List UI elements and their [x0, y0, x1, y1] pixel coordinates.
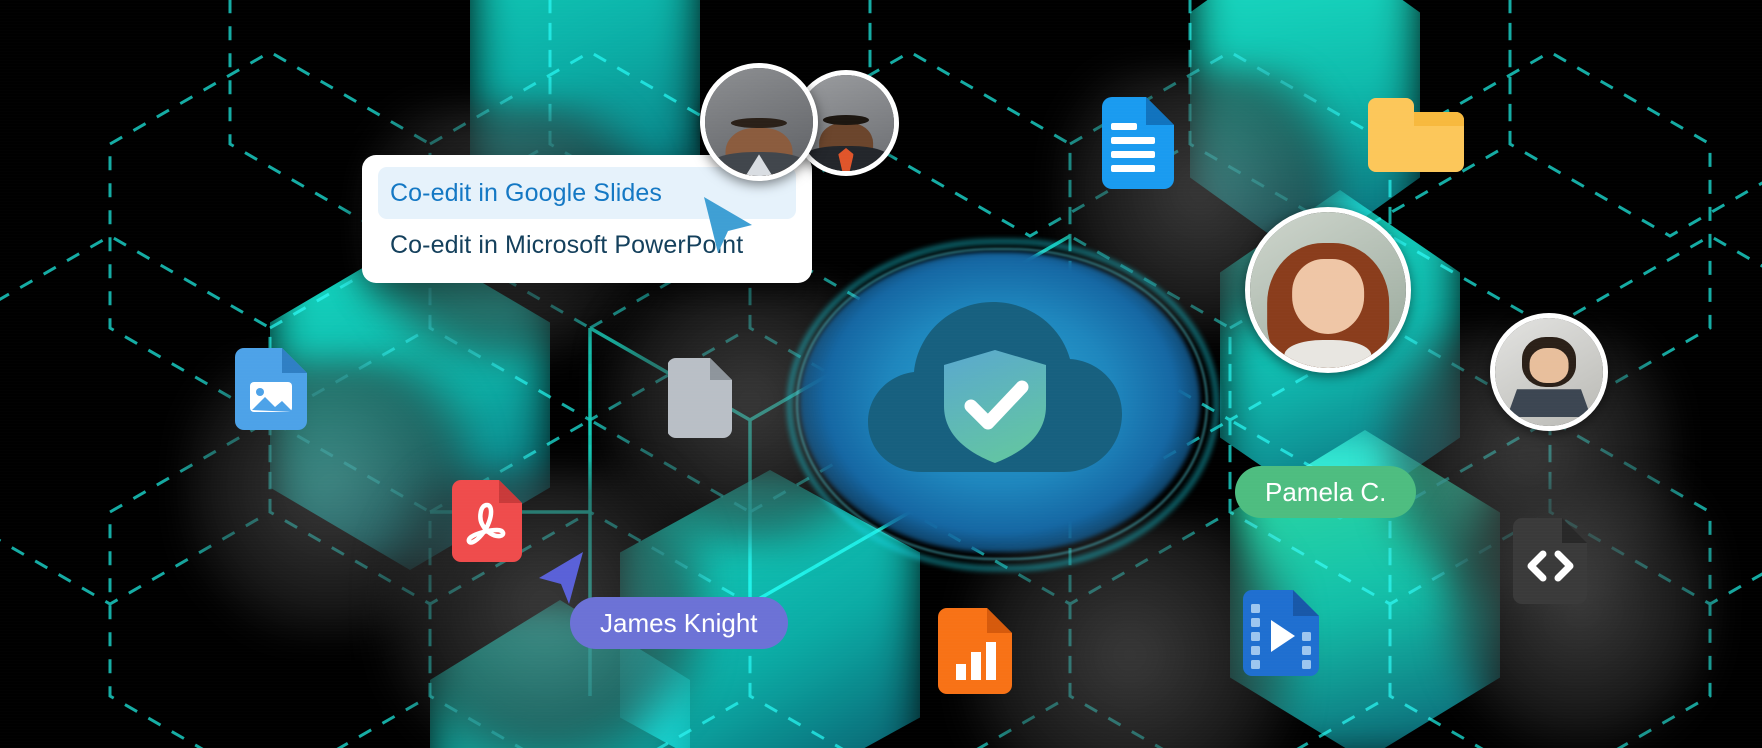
spreadsheet-file-icon[interactable] [938, 608, 1012, 699]
pamela-c-badge: Pamela C. [1235, 466, 1417, 518]
illustration-canvas: Co-edit in Google Slides Co-edit in Micr… [0, 0, 1762, 748]
avatar-woman-red-hair[interactable] [1245, 207, 1411, 373]
menu-item-label: Co-edit in Google Slides [390, 178, 662, 207]
james-knight-badge: James Knight [570, 597, 788, 649]
menu-item-label: Co-edit in Microsoft PowerPoint [390, 230, 744, 259]
purple-cursor [535, 550, 587, 611]
folder-icon[interactable] [1368, 92, 1464, 177]
badge-label: Pamela C. [1265, 476, 1387, 507]
pdf-file-icon[interactable] [452, 480, 522, 567]
avatar-man-smiling[interactable] [700, 63, 818, 181]
code-file-icon[interactable] [1513, 518, 1587, 609]
image-file-icon[interactable] [235, 348, 307, 435]
google-docs-icon[interactable] [1092, 97, 1174, 194]
avatar-woman-laptop[interactable] [1490, 313, 1608, 431]
blank-file-icon[interactable] [667, 358, 732, 443]
blue-cursor [700, 195, 758, 262]
video-file-icon[interactable] [1243, 590, 1319, 681]
secure-cloud-logo [788, 240, 1218, 570]
cloud-shield-icon [868, 302, 1122, 472]
badge-label: James Knight [600, 607, 758, 638]
